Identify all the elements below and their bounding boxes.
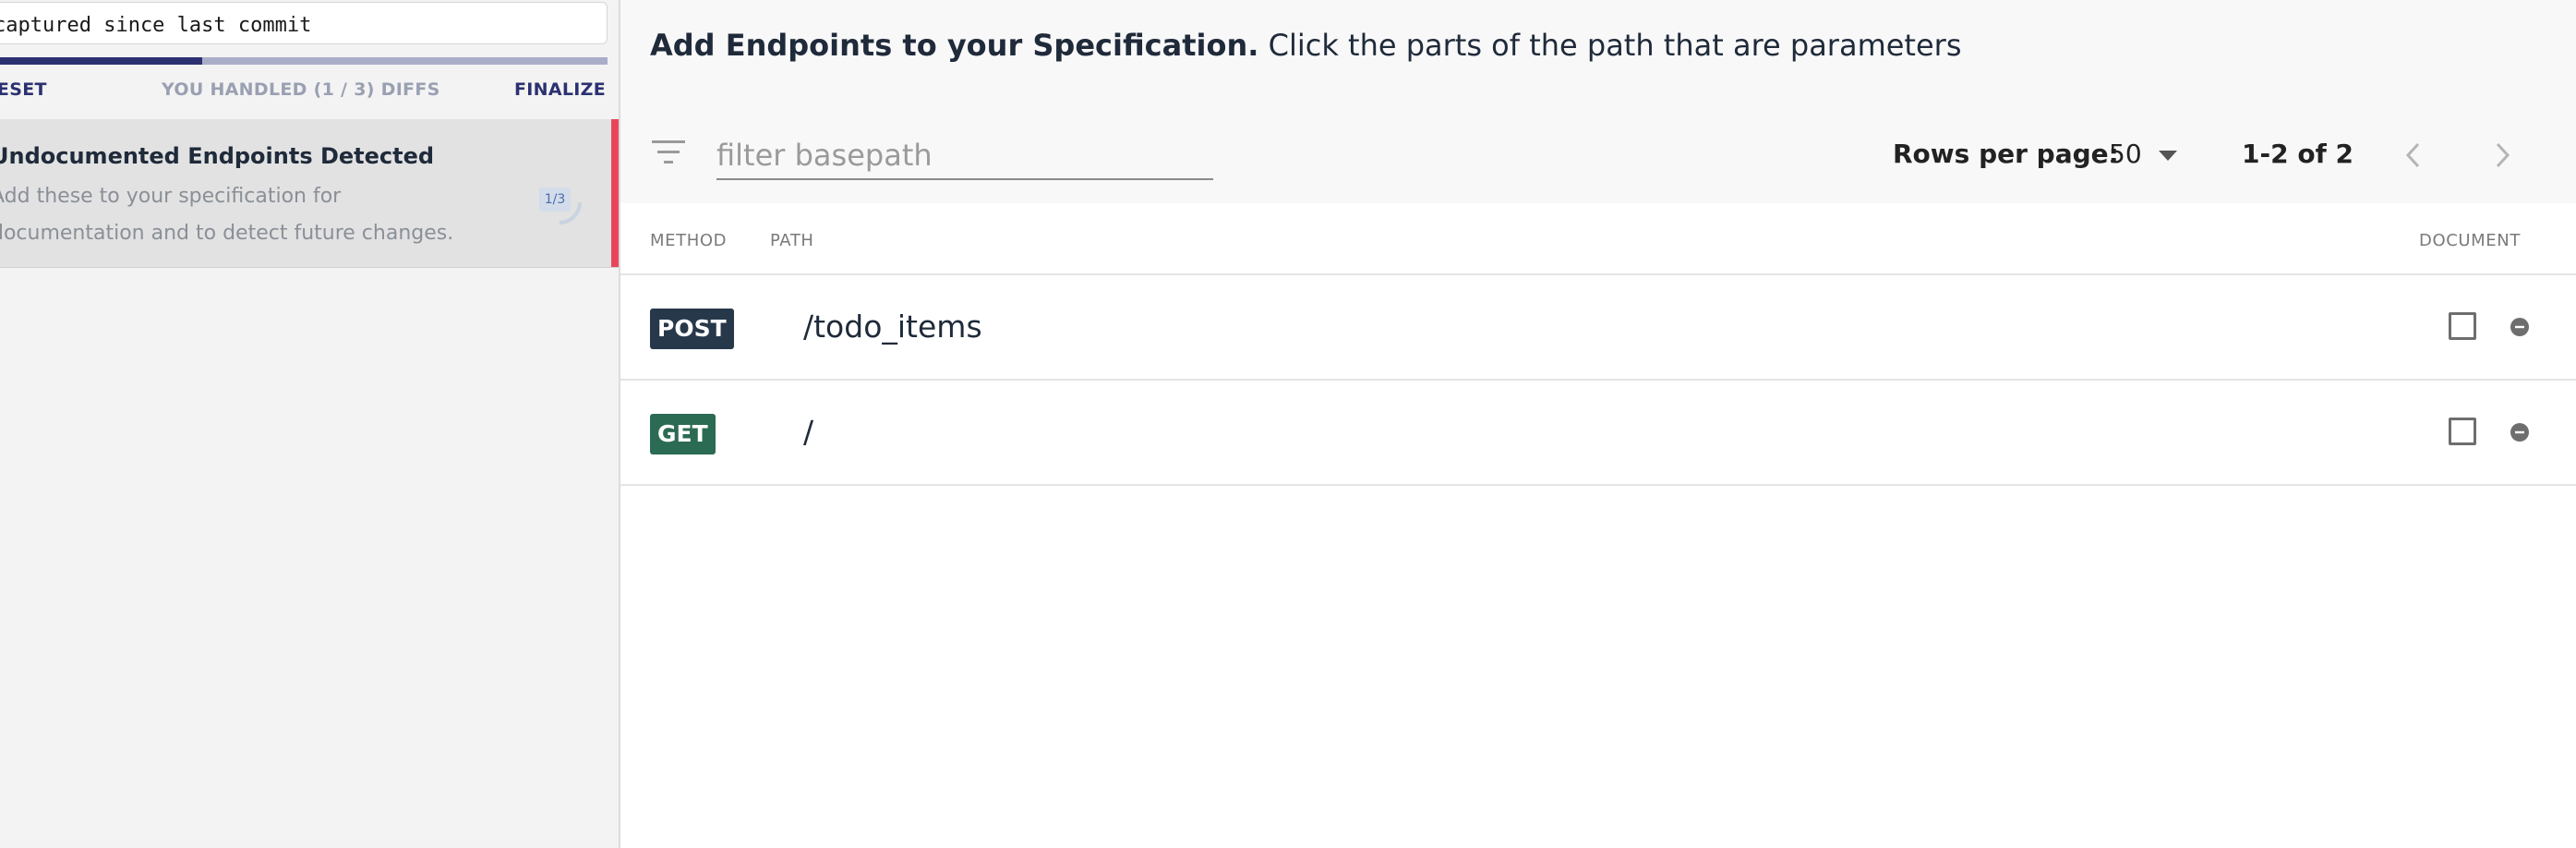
document-checkbox[interactable] bbox=[2449, 312, 2476, 340]
page-title-rest: Click the parts of the path that are par… bbox=[1268, 28, 1962, 63]
diff-progress-fill bbox=[0, 57, 203, 65]
capture-selector[interactable]: captured since last commit bbox=[0, 2, 608, 44]
page-title: Add Endpoints to your Specification. Cli… bbox=[650, 28, 1961, 63]
filter-icon[interactable] bbox=[652, 139, 685, 166]
endpoints-header: Add Endpoints to your Specification. Cli… bbox=[620, 0, 2576, 205]
table-header: METHOD PATH DOCUMENT bbox=[620, 203, 2576, 275]
diff-progress-bar bbox=[0, 57, 608, 65]
document-checkbox[interactable] bbox=[2449, 418, 2476, 445]
table-row: POST /todo_items bbox=[620, 275, 2576, 381]
diff-status-text: YOU HANDLED (1 / 3) DIFFS bbox=[162, 79, 440, 100]
diff-counter: 1/3 bbox=[532, 175, 587, 230]
method-badge: GET bbox=[650, 414, 716, 454]
endpoint-path[interactable]: / bbox=[803, 414, 813, 450]
diff-actions-bar: RESET YOU HANDLED (1 / 3) DIFFS FINALIZE bbox=[0, 74, 619, 109]
diff-card-accent bbox=[611, 119, 619, 267]
pagination-range: 1-2 of 2 bbox=[2242, 139, 2353, 169]
endpoint-path[interactable]: /todo_items bbox=[803, 309, 982, 345]
capture-label: captured since last commit bbox=[0, 14, 312, 37]
diff-counter-label: 1/3 bbox=[539, 188, 571, 212]
endpoints-panel: Add Endpoints to your Specification. Cli… bbox=[620, 0, 2576, 848]
chevron-right-icon[interactable] bbox=[2491, 140, 2513, 170]
chevron-left-icon[interactable] bbox=[2402, 140, 2425, 170]
finalize-button[interactable]: FINALIZE bbox=[514, 79, 606, 100]
rows-per-page-select[interactable]: 50 bbox=[2109, 139, 2142, 169]
column-method: METHOD bbox=[650, 231, 728, 250]
chevron-down-icon[interactable] bbox=[2159, 151, 2177, 162]
column-document: DOCUMENT bbox=[2419, 231, 2521, 250]
filter-basepath-input[interactable] bbox=[716, 132, 1213, 180]
diff-sidebar: captured since last commit RESET YOU HAN… bbox=[0, 0, 620, 848]
method-badge: POST bbox=[650, 309, 734, 349]
remove-circle-icon[interactable] bbox=[2510, 423, 2529, 442]
column-path: PATH bbox=[770, 231, 814, 250]
diff-card-title: Undocumented Endpoints Detected bbox=[0, 143, 435, 169]
remove-circle-icon[interactable] bbox=[2510, 318, 2529, 336]
table-row: GET / bbox=[620, 381, 2576, 486]
diff-card-description: Add these to your specification for docu… bbox=[0, 185, 454, 245]
diff-card-undocumented-endpoints[interactable]: Undocumented Endpoints Detected Add thes… bbox=[0, 119, 619, 268]
rows-per-page-label: Rows per page: bbox=[1893, 139, 2119, 169]
page-title-bold: Add Endpoints to your Specification. bbox=[650, 28, 1259, 63]
reset-button[interactable]: RESET bbox=[0, 79, 47, 100]
